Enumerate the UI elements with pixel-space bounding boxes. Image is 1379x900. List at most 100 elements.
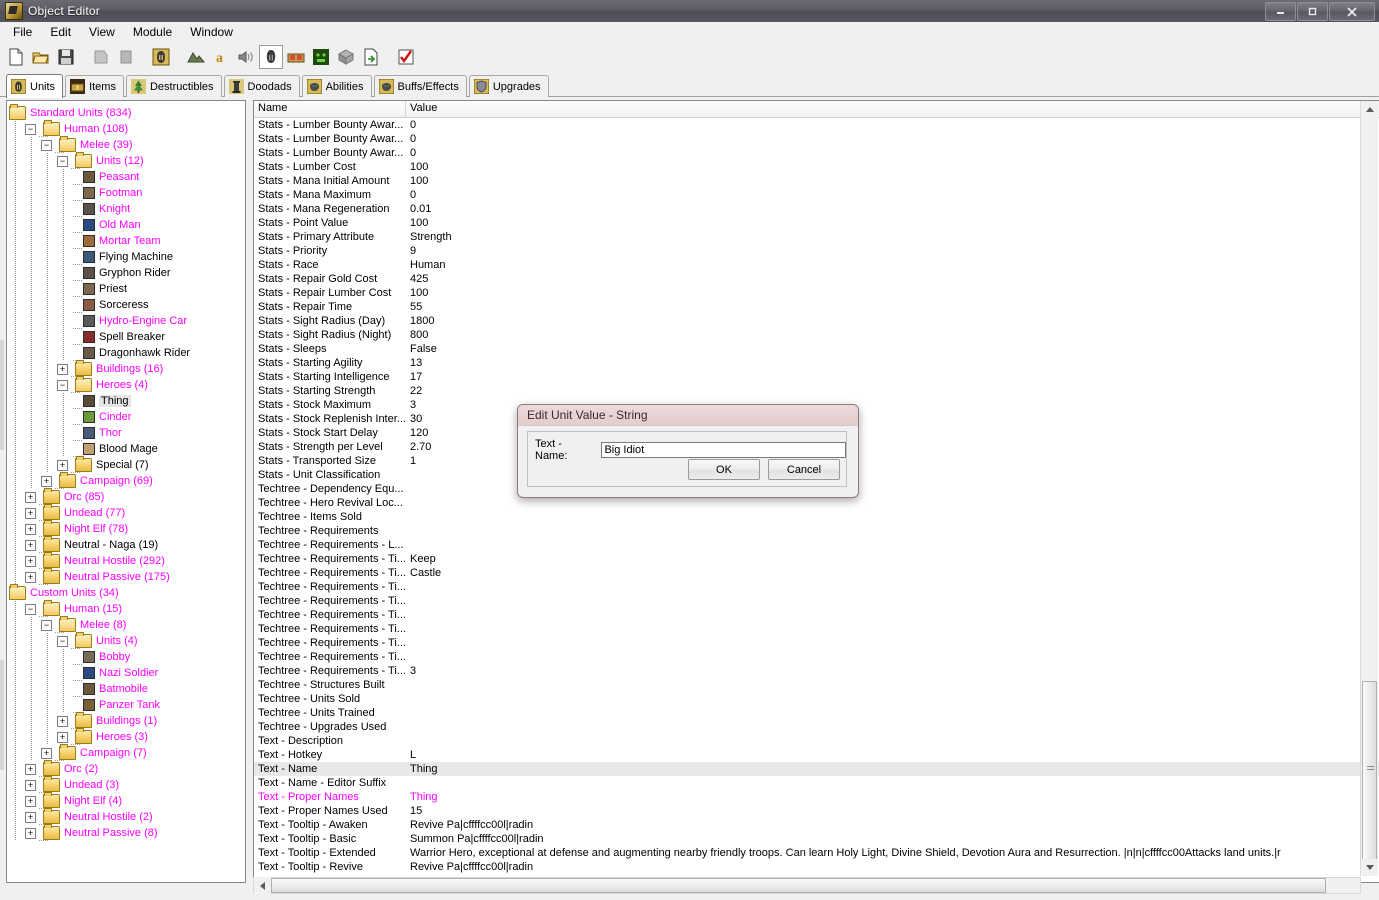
tree-item[interactable]: + Night Elf (4): [7, 792, 245, 809]
expand-icon[interactable]: +: [25, 763, 36, 775]
tree-item[interactable]: Footman: [7, 185, 245, 201]
tree-item[interactable]: + Heroes (3): [7, 728, 245, 745]
property-row[interactable]: Stats - Repair Gold Cost 425: [254, 272, 1379, 286]
tree-item[interactable]: Cinder: [7, 409, 245, 425]
tree-item[interactable]: − Heroes (4): [7, 376, 245, 393]
tab-units[interactable]: Units: [6, 74, 64, 98]
scroll-down-button[interactable]: [1361, 859, 1378, 876]
tree-item[interactable]: Priest: [7, 281, 245, 297]
property-row[interactable]: Stats - Lumber Bounty Awar... 0: [254, 118, 1379, 132]
expand-icon[interactable]: +: [57, 459, 68, 471]
property-row[interactable]: Stats - Primary Attribute Strength: [254, 230, 1379, 244]
property-row[interactable]: Techtree - Requirements - L...: [254, 538, 1379, 552]
property-row[interactable]: Stats - Lumber Cost 100: [254, 160, 1379, 174]
unit-palette-button[interactable]: [259, 45, 283, 69]
tree-item[interactable]: − Units (4): [7, 632, 245, 649]
property-row[interactable]: Techtree - Requirements - Ti...: [254, 594, 1379, 608]
menu-view[interactable]: View: [80, 23, 124, 41]
tree-item[interactable]: + Buildings (1): [7, 712, 245, 729]
tab-items[interactable]: Items: [65, 75, 124, 97]
copy-button[interactable]: [89, 45, 113, 69]
tree-item[interactable]: Dragonhawk Rider: [7, 345, 245, 361]
tree-item[interactable]: Blood Mage: [7, 441, 245, 457]
property-row[interactable]: Techtree - Structures Built: [254, 678, 1379, 692]
menu-file[interactable]: File: [4, 23, 41, 41]
tree-item[interactable]: + Neutral - Naga (19): [7, 536, 245, 553]
export-button[interactable]: [359, 45, 383, 69]
property-row[interactable]: Text - Proper Names Used 15: [254, 804, 1379, 818]
expand-icon[interactable]: +: [57, 363, 68, 375]
close-button[interactable]: [1329, 2, 1375, 21]
maximize-button[interactable]: [1297, 2, 1328, 21]
tree-item[interactable]: − Units (12): [7, 152, 245, 169]
cancel-button[interactable]: Cancel: [768, 459, 840, 480]
property-row[interactable]: Stats - Repair Time 55: [254, 300, 1379, 314]
expand-icon[interactable]: +: [25, 523, 36, 535]
open-file-button[interactable]: [29, 45, 53, 69]
expand-icon[interactable]: +: [25, 811, 36, 823]
property-row[interactable]: Stats - Sleeps False: [254, 342, 1379, 356]
new-file-button[interactable]: [4, 45, 28, 69]
property-row[interactable]: Techtree - Hero Revival Loc...: [254, 496, 1379, 510]
property-row[interactable]: Techtree - Upgrades Used: [254, 720, 1379, 734]
property-row[interactable]: Stats - Lumber Bounty Awar... 0: [254, 132, 1379, 146]
expand-icon[interactable]: +: [25, 827, 36, 839]
hscroll-thumb[interactable]: [271, 878, 1326, 893]
property-row[interactable]: Stats - Sight Radius (Night) 800: [254, 328, 1379, 342]
expand-icon[interactable]: +: [25, 555, 36, 567]
property-list-hscrollbar[interactable]: [253, 877, 1361, 894]
property-row[interactable]: Techtree - Requirements - Ti...: [254, 580, 1379, 594]
property-row[interactable]: Techtree - Requirements - Ti...: [254, 636, 1379, 650]
collapse-icon[interactable]: −: [57, 155, 68, 167]
tree-item[interactable]: Custom Units (34): [7, 584, 245, 601]
tree-item[interactable]: Hydro-Engine Car: [7, 313, 245, 329]
tree-item[interactable]: + Buildings (16): [7, 360, 245, 377]
property-row[interactable]: Techtree - Requirements - Ti...: [254, 608, 1379, 622]
tree-item[interactable]: + Special (7): [7, 456, 245, 473]
property-row[interactable]: Techtree - Units Sold: [254, 692, 1379, 706]
expand-icon[interactable]: +: [25, 795, 36, 807]
tree-item[interactable]: − Melee (39): [7, 136, 245, 153]
property-row[interactable]: Stats - Starting Intelligence 17: [254, 370, 1379, 384]
tab-destructibles[interactable]: Destructibles: [125, 75, 222, 97]
property-row[interactable]: Stats - Mana Regeneration 0.01: [254, 202, 1379, 216]
property-row[interactable]: Text - Hotkey L: [254, 748, 1379, 762]
property-row[interactable]: Techtree - Items Sold: [254, 510, 1379, 524]
property-row[interactable]: Text - Proper Names Thing: [254, 790, 1379, 804]
tab-abilities[interactable]: Abilities: [301, 75, 372, 97]
expand-icon[interactable]: +: [25, 779, 36, 791]
scroll-left-button[interactable]: [254, 877, 271, 894]
expand-icon[interactable]: +: [25, 491, 36, 503]
scroll-up-button[interactable]: [1361, 101, 1378, 118]
tree-item[interactable]: Knight: [7, 201, 245, 217]
column-header-name[interactable]: Name: [254, 101, 406, 117]
collapse-icon[interactable]: −: [41, 139, 52, 151]
property-row[interactable]: Text - Name - Editor Suffix: [254, 776, 1379, 790]
tree-item[interactable]: Batmobile: [7, 681, 245, 697]
property-row[interactable]: Stats - Repair Lumber Cost 100: [254, 286, 1379, 300]
expand-icon[interactable]: +: [41, 747, 52, 759]
property-row[interactable]: Text - Description: [254, 734, 1379, 748]
expand-icon[interactable]: +: [25, 507, 36, 519]
paste-button[interactable]: [114, 45, 138, 69]
collapse-icon[interactable]: −: [25, 603, 36, 615]
tree-item[interactable]: Spell Breaker: [7, 329, 245, 345]
tree-item[interactable]: + Campaign (69): [7, 472, 245, 489]
terrain-editor-button[interactable]: [184, 45, 208, 69]
tree-item[interactable]: Peasant: [7, 169, 245, 185]
property-row[interactable]: Techtree - Requirements - Ti...: [254, 622, 1379, 636]
expand-icon[interactable]: +: [57, 715, 68, 727]
tree-item[interactable]: + Neutral Passive (175): [7, 568, 245, 585]
property-row[interactable]: Stats - Race Human: [254, 258, 1379, 272]
tree-item[interactable]: − Melee (8): [7, 616, 245, 633]
tree-item[interactable]: − Human (15): [7, 600, 245, 617]
expand-icon[interactable]: +: [25, 571, 36, 583]
save-file-button[interactable]: [54, 45, 78, 69]
tree-item[interactable]: + Neutral Hostile (2): [7, 808, 245, 825]
ai-editor-button[interactable]: [309, 45, 333, 69]
minimize-button[interactable]: [1265, 2, 1296, 21]
tree-item[interactable]: Nazi Soldier: [7, 665, 245, 681]
property-row[interactable]: Stats - Starting Agility 13: [254, 356, 1379, 370]
property-list-vscrollbar[interactable]: [1360, 101, 1378, 876]
property-row[interactable]: Stats - Mana Initial Amount 100: [254, 174, 1379, 188]
